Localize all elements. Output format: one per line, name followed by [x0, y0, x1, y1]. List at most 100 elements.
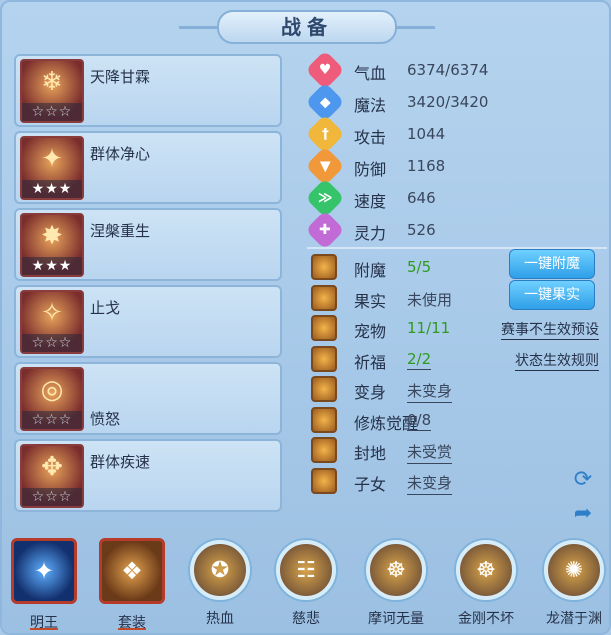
- speed-icon: ≫: [305, 178, 345, 218]
- longqian-icon: ✺: [544, 540, 604, 600]
- status-value: 未使用: [407, 290, 453, 309]
- bottom-tab-label: 慈悲: [292, 611, 320, 627]
- stat-row: ✚ 灵力 526: [305, 210, 607, 250]
- child-icon: [311, 467, 337, 494]
- bottom-tab[interactable]: ✦ 明王: [8, 534, 80, 634]
- skill-glyph: ✸: [41, 221, 63, 251]
- status-value[interactable]: 2/2: [407, 350, 432, 370]
- skill-card[interactable]: ✦ ★★★ 群体净心: [14, 131, 282, 204]
- stat-value: 526: [407, 221, 436, 239]
- skill-stars: ☆☆☆: [22, 411, 82, 429]
- bottom-tab-label: 龙潜于渊: [546, 611, 602, 627]
- skill-stars: ☆☆☆: [22, 103, 82, 121]
- popsicle-icon: ❄ ☆☆☆: [20, 59, 84, 123]
- mohe-icon: ☸: [366, 540, 426, 600]
- refresh-icon[interactable]: ⟳: [567, 464, 599, 494]
- skill-stars: ★★★: [22, 180, 82, 198]
- stats-panel: ♥ 气血 6374/6374 ◆ 魔法 3420/3420 † 攻击 1044 ▼ 防御 1168 ≫ 速…: [305, 50, 607, 250]
- mingwang-icon: ✦: [11, 538, 77, 604]
- one-click-enchant-button[interactable]: 一键附魔: [509, 249, 595, 279]
- bottom-tab[interactable]: ✺ 龙潜于渊: [538, 534, 610, 634]
- status-row: 修炼觉醒 0/8: [307, 405, 607, 436]
- status-panel: 附魔 5/5 一键附魔果实 未使用 一键果实宠物 11/11 赛事不生效预设祈福 2/2 状态生…: [307, 249, 607, 496]
- bottom-tab-label: 套装: [118, 615, 146, 631]
- skill-stars: ☆☆☆: [22, 488, 82, 506]
- rexue-icon: ✪: [190, 540, 250, 600]
- status-row: 封地 未受赏: [307, 435, 607, 466]
- stat-label: 防御: [354, 160, 387, 179]
- status-row: 果实 未使用 一键果实: [307, 279, 607, 314]
- status-label: 宠物: [354, 322, 387, 341]
- bless-icon: [311, 345, 337, 372]
- stat-glyph: ▼: [319, 158, 331, 174]
- spirit-icon: ✚: [305, 210, 345, 250]
- bottom-tab[interactable]: ☸ 金刚不坏: [450, 534, 522, 634]
- stat-label: 攻击: [354, 128, 387, 147]
- stat-glyph: ♥: [318, 62, 332, 78]
- event-preset-link[interactable]: 赛事不生效预设: [501, 319, 599, 340]
- enchant-icon: [311, 254, 337, 280]
- status-label: 封地: [354, 444, 387, 463]
- skill-name: 天降甘霖: [90, 68, 151, 86]
- skill-card[interactable]: ✥ ☆☆☆ 群体疾速: [14, 439, 282, 512]
- skill-stars: ★★★: [22, 257, 82, 275]
- status-label: 果实: [354, 291, 387, 311]
- skill-card[interactable]: ❄ ☆☆☆ 天降甘霖: [14, 54, 282, 127]
- stat-row: ♥ 气血 6374/6374: [305, 50, 607, 90]
- share-icon[interactable]: ➦: [567, 498, 599, 528]
- wings-icon: ✥ ☆☆☆: [20, 444, 84, 508]
- skill-glyph: ◎: [40, 375, 64, 405]
- skill-glyph: ✦: [41, 144, 63, 174]
- stat-value: 3420/3420: [407, 93, 489, 111]
- bottom-tab[interactable]: ❖ 套装: [96, 534, 168, 634]
- status-value[interactable]: 未变身: [407, 380, 453, 403]
- transform-icon: [311, 376, 337, 402]
- ring-icon: ◎ ☆☆☆: [20, 367, 84, 431]
- status-label: 祈福: [354, 352, 387, 372]
- bottom-tab-label: 摩诃无量: [368, 611, 424, 627]
- defense-icon: ▼: [305, 146, 345, 186]
- status-value: 11/11: [407, 319, 451, 337]
- pet-icon: [311, 315, 337, 341]
- one-click-fruit-button[interactable]: 一键果实: [509, 279, 595, 310]
- battle-prep-panel: 战备 ❄ ☆☆☆ 天降甘霖 ✦ ★★★ 群体净心 ✸ ★★★ 涅槃重生 ✧ ☆☆☆ 止戈 ◎ ☆☆☆ 愤怒 ✥…: [0, 0, 611, 635]
- status-label: 附魔: [354, 261, 387, 280]
- bottom-tab-label: 明王: [30, 615, 58, 631]
- stat-value: 646: [407, 189, 436, 207]
- status-value[interactable]: 未受赏: [407, 441, 453, 464]
- status-rules-link[interactable]: 状态生效规则: [515, 350, 599, 371]
- status-row: 变身 未变身: [307, 374, 607, 405]
- skill-name: 愤怒: [90, 410, 121, 428]
- fief-icon: [311, 437, 337, 463]
- bottom-tab-label: 热血: [206, 611, 234, 627]
- warrior-icon: ✸ ★★★: [20, 213, 84, 277]
- cibei-icon: ☷: [276, 540, 336, 600]
- stat-label: 速度: [354, 192, 387, 211]
- stat-value: 1168: [407, 157, 446, 175]
- status-value[interactable]: 0/8: [407, 411, 432, 431]
- status-value: 5/5: [407, 258, 432, 276]
- stat-label: 气血: [354, 64, 387, 83]
- bottom-tab-label: 金刚不坏: [458, 611, 514, 627]
- skill-card[interactable]: ✸ ★★★ 涅槃重生: [14, 208, 282, 281]
- bottom-tab[interactable]: ☷ 慈悲: [270, 534, 342, 634]
- stat-glyph: ✚: [319, 221, 331, 238]
- stat-row: ≫ 速度 646: [305, 178, 607, 218]
- cultivate-icon: [311, 406, 337, 433]
- skill-card[interactable]: ✧ ☆☆☆ 止戈: [14, 285, 282, 358]
- sword-icon: ✧ ☆☆☆: [20, 290, 84, 354]
- bottom-tab[interactable]: ☸ 摩诃无量: [360, 534, 432, 634]
- status-value[interactable]: 未变身: [407, 472, 453, 495]
- stat-value: 1044: [407, 125, 446, 143]
- attack-icon: †: [305, 114, 345, 154]
- skill-glyph: ✥: [41, 452, 63, 482]
- bottom-tab[interactable]: ✪ 热血: [184, 534, 256, 634]
- stat-label: 灵力: [354, 224, 387, 243]
- page-title: 战备: [281, 15, 333, 39]
- skill-name: 群体疾速: [90, 453, 151, 471]
- skill-name: 群体净心: [90, 145, 151, 163]
- skill-card[interactable]: ◎ ☆☆☆ 愤怒: [14, 362, 282, 435]
- stat-glyph: †: [321, 126, 329, 142]
- title-banner: 战备: [179, 10, 435, 44]
- monk-icon: ✦ ★★★: [20, 136, 84, 200]
